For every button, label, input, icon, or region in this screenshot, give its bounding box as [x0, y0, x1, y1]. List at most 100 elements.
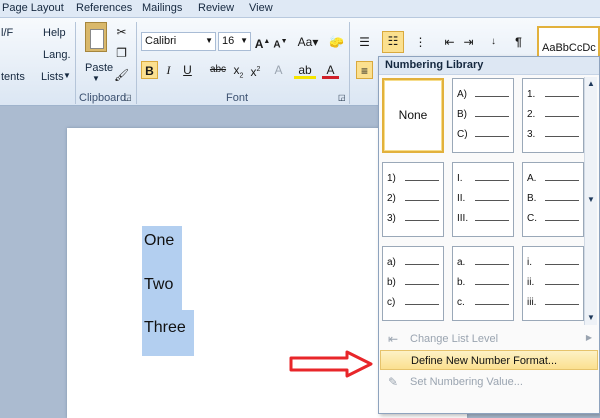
scroll-up-icon[interactable]: ▲: [587, 79, 595, 88]
tile-line: [405, 200, 439, 201]
numbering-format-tile[interactable]: 1) 2) 3): [382, 162, 444, 237]
ribbon-tabs: Page Layout References Mailings Review V…: [0, 0, 600, 18]
sort-icon[interactable]: ↓: [485, 33, 502, 51]
increase-indent-icon[interactable]: ⇥: [460, 33, 477, 51]
menu-header: Numbering Library: [379, 57, 599, 75]
text-effects-icon[interactable]: A: [270, 61, 287, 79]
submenu-arrow-icon: ▶: [585, 333, 592, 342]
pointer-arrow-icon: [289, 350, 373, 378]
set-numbering-value-item[interactable]: ✎ Set Numbering Value...: [380, 372, 598, 392]
dialog-launcher-icon[interactable]: ◲: [124, 93, 132, 102]
bullets-icon[interactable]: ☰: [356, 33, 373, 51]
font-size-field[interactable]: 16 ▼: [218, 32, 251, 51]
lang-button[interactable]: Lang.: [43, 49, 71, 61]
partial-label: l/F: [1, 27, 14, 39]
tile-number-label: A.: [527, 173, 537, 184]
numbering-format-tile[interactable]: I. II. III.: [452, 162, 514, 237]
lists-button[interactable]: Lists: [41, 71, 64, 83]
multilevel-list-icon[interactable]: ⋮: [412, 33, 429, 51]
show-formatting-icon[interactable]: ¶: [510, 33, 527, 51]
superscript-button[interactable]: x2: [247, 61, 264, 79]
grow-font-icon[interactable]: A▲: [254, 33, 271, 51]
font-color-icon[interactable]: A: [322, 61, 339, 79]
tile-number-label: iii.: [527, 297, 537, 308]
document-line: One: [144, 232, 175, 249]
font-name-field[interactable]: Calibri ▼: [141, 32, 216, 51]
tile-line: [475, 200, 509, 201]
italic-button[interactable]: I: [160, 61, 177, 79]
tile-number-label: b): [387, 277, 396, 288]
decrease-indent-icon[interactable]: ⇤: [441, 33, 458, 51]
strikethrough-button[interactable]: abc: [207, 61, 229, 79]
change-case-icon[interactable]: Aa▾: [296, 33, 320, 51]
tile-number-label: III.: [457, 213, 469, 224]
dialog-launcher-icon[interactable]: ◲: [338, 93, 346, 102]
tile-number-label: I.: [457, 173, 463, 184]
tile-line: [545, 284, 579, 285]
group-separator: [136, 22, 137, 104]
numbering-dropdown: Numbering Library None A) B) C) 1. 2. 3. 1) 2) 3…: [378, 56, 600, 414]
help-button[interactable]: Help: [43, 27, 66, 39]
clipboard-group-label: Clipboard: [79, 92, 127, 104]
tile-number-label: 3): [387, 213, 396, 224]
align-left-button[interactable]: ≡: [356, 61, 373, 79]
tile-number-label: 3.: [527, 129, 536, 140]
tile-line: [545, 96, 579, 97]
tile-line: [475, 180, 509, 181]
scroll-down-icon[interactable]: ▼: [587, 195, 595, 204]
shrink-font-icon[interactable]: A▼: [272, 33, 289, 51]
tab-view[interactable]: View: [249, 2, 273, 14]
change-list-level-item[interactable]: ⇤ Change List Level ▶: [380, 329, 598, 349]
tile-line: [405, 220, 439, 221]
underline-button[interactable]: U: [179, 61, 196, 79]
gallery-scrollbar[interactable]: ▲ ▼ ▼: [584, 77, 597, 325]
numbering-icon[interactable]: ☷: [382, 31, 404, 53]
cut-icon[interactable]: ✂: [113, 23, 130, 41]
tile-line: [545, 220, 579, 221]
tab-mailings[interactable]: Mailings: [142, 2, 182, 14]
tile-number-label: i.: [527, 257, 532, 268]
numbering-format-tile[interactable]: i. ii. iii.: [522, 246, 584, 321]
numbering-format-tile[interactable]: a. b. c.: [452, 246, 514, 321]
change-level-icon: ⇤: [388, 332, 399, 346]
tile-number-label: 2): [387, 193, 396, 204]
tile-number-label: C.: [527, 213, 537, 224]
tile-number-label: b.: [457, 277, 466, 288]
numbering-format-tile[interactable]: A) B) C): [452, 78, 514, 153]
tile-number-label: c): [387, 297, 396, 308]
tab-page-layout[interactable]: Page Layout: [2, 2, 64, 14]
tile-number-label: ii.: [527, 277, 535, 288]
tile-line: [475, 264, 509, 265]
subscript-button[interactable]: x2: [230, 61, 247, 79]
paste-button[interactable]: Paste: [85, 62, 113, 74]
tile-line: [475, 116, 509, 117]
bold-button[interactable]: B: [141, 61, 158, 79]
tab-review[interactable]: Review: [198, 2, 234, 14]
tile-number-label: C): [457, 129, 468, 140]
numbering-none-tile[interactable]: None: [382, 78, 444, 153]
tile-line: [475, 96, 509, 97]
tile-line: [405, 264, 439, 265]
numbering-format-tile[interactable]: A. B. C.: [522, 162, 584, 237]
tile-line: [545, 304, 579, 305]
highlight-color-icon[interactable]: ab: [294, 61, 316, 79]
tile-line: [545, 136, 579, 137]
expand-gallery-icon[interactable]: ▼: [587, 313, 595, 322]
tile-number-label: 2.: [527, 109, 536, 120]
chevron-down-icon: ▼: [92, 74, 100, 83]
format-painter-icon[interactable]: 🖌: [113, 66, 130, 84]
numbering-format-tile[interactable]: a) b) c): [382, 246, 444, 321]
group-separator: [75, 22, 76, 104]
tile-number-label: a.: [457, 257, 466, 268]
clear-formatting-icon[interactable]: 🧽: [328, 33, 345, 51]
tile-line: [475, 136, 509, 137]
tile-number-label: 1.: [527, 89, 536, 100]
tile-line: [545, 180, 579, 181]
clipboard-paste-icon[interactable]: [85, 22, 107, 52]
tab-references[interactable]: References: [76, 2, 132, 14]
tile-line: [545, 200, 579, 201]
tile-number-label: B.: [527, 193, 537, 204]
define-new-number-format-item[interactable]: Define New Number Format...: [380, 350, 598, 370]
copy-icon[interactable]: ❐: [113, 44, 130, 62]
numbering-format-tile[interactable]: 1. 2. 3.: [522, 78, 584, 153]
